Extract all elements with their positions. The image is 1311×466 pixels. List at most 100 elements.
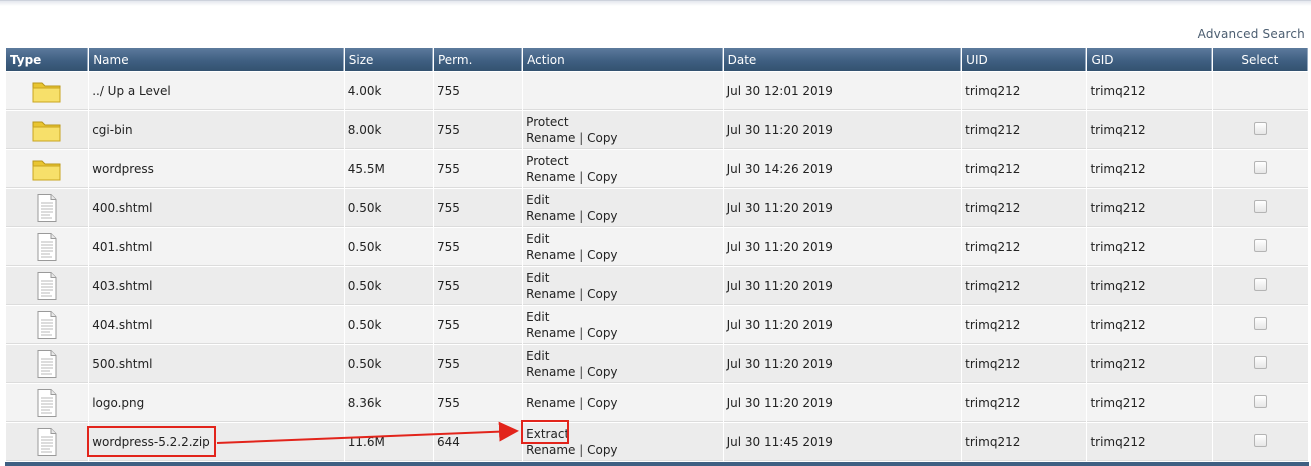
select-checkbox[interactable] bbox=[1253, 355, 1267, 369]
perm-cell[interactable]: 755 bbox=[433, 267, 523, 305]
perm-cell[interactable]: 755 bbox=[433, 111, 523, 149]
perm-cell[interactable]: 755 bbox=[433, 345, 523, 383]
action-copy-link[interactable]: Copy bbox=[587, 287, 617, 301]
name-cell[interactable]: logo.png bbox=[89, 384, 344, 422]
type-cell[interactable] bbox=[6, 423, 89, 461]
table-row[interactable]: logo.png 8.36k 755 Rename | Copy Jul 30 11:2… bbox=[6, 384, 1308, 422]
action-rename-link[interactable]: Rename bbox=[526, 396, 575, 410]
type-cell[interactable] bbox=[6, 267, 89, 305]
file-icon[interactable] bbox=[35, 310, 59, 340]
action-copy-link[interactable]: Copy bbox=[587, 443, 617, 457]
file-name-link[interactable]: 404.shtml bbox=[92, 318, 152, 332]
action-copy-link[interactable]: Copy bbox=[587, 326, 617, 340]
select-checkbox[interactable] bbox=[1253, 394, 1267, 408]
file-name-link[interactable]: 401.shtml bbox=[92, 240, 152, 254]
action-rename-link[interactable]: Rename bbox=[526, 326, 575, 340]
table-row[interactable]: cgi-bin 8.00k 755 Protect Rename | Copy Jul 3… bbox=[6, 111, 1308, 149]
name-cell[interactable]: ../ Up a Level bbox=[89, 72, 344, 110]
name-cell[interactable]: 404.shtml bbox=[89, 306, 344, 344]
action-extract-link[interactable]: Extract bbox=[526, 427, 569, 441]
action-copy-link[interactable]: Copy bbox=[587, 365, 617, 379]
type-cell[interactable] bbox=[6, 345, 89, 383]
perm-cell[interactable]: 644 bbox=[433, 423, 523, 461]
action-rename-link[interactable]: Rename bbox=[526, 131, 575, 145]
name-cell[interactable]: cgi-bin bbox=[89, 111, 344, 149]
file-icon[interactable] bbox=[35, 232, 59, 262]
action-rename-link[interactable]: Rename bbox=[526, 248, 575, 262]
action-rename-link[interactable]: Rename bbox=[526, 287, 575, 301]
file-name-link[interactable]: 500.shtml bbox=[92, 357, 152, 371]
column-header-size[interactable]: Size bbox=[344, 48, 433, 71]
select-checkbox[interactable] bbox=[1253, 277, 1267, 291]
perm-cell[interactable]: 755 bbox=[433, 189, 523, 227]
name-cell[interactable]: 400.shtml bbox=[89, 189, 344, 227]
file-icon[interactable] bbox=[35, 388, 59, 418]
file-name-link[interactable]: cgi-bin bbox=[92, 123, 132, 137]
action-edit-link[interactable]: Edit bbox=[526, 232, 549, 246]
folder-icon[interactable] bbox=[31, 156, 63, 182]
action-copy-link[interactable]: Copy bbox=[587, 131, 617, 145]
name-cell[interactable]: 500.shtml bbox=[89, 345, 344, 383]
perm-cell[interactable]: 755 bbox=[433, 72, 523, 110]
file-icon[interactable] bbox=[35, 427, 59, 457]
perm-cell[interactable]: 755 bbox=[433, 306, 523, 344]
select-checkbox[interactable] bbox=[1253, 316, 1267, 330]
action-edit-link[interactable]: Edit bbox=[526, 310, 549, 324]
action-copy-link[interactable]: Copy bbox=[587, 396, 617, 410]
table-row[interactable]: wordpress-5.2.2.zip 11.6M 644 Extract Rename… bbox=[6, 423, 1308, 461]
table-row[interactable]: 400.shtml 0.50k 755 Edit Rename | Copy Jul 30… bbox=[6, 189, 1308, 227]
action-protect-link[interactable]: Protect bbox=[526, 154, 568, 168]
column-header-gid[interactable]: GID bbox=[1087, 48, 1212, 71]
file-name-link[interactable]: wordpress bbox=[92, 162, 154, 176]
column-header-type[interactable]: Type bbox=[6, 48, 89, 71]
name-cell[interactable]: wordpress bbox=[89, 150, 344, 188]
file-icon[interactable] bbox=[35, 349, 59, 379]
table-row[interactable]: 401.shtml 0.50k 755 Edit Rename | Copy Jul 30… bbox=[6, 228, 1308, 266]
name-cell[interactable]: 401.shtml bbox=[89, 228, 344, 266]
table-row[interactable]: 404.shtml 0.50k 755 Edit Rename | Copy Jul 30… bbox=[6, 306, 1308, 344]
type-cell[interactable] bbox=[6, 228, 89, 266]
column-header-date[interactable]: Date bbox=[723, 48, 962, 71]
select-checkbox[interactable] bbox=[1253, 238, 1267, 252]
file-name-link[interactable]: wordpress-5.2.2.zip bbox=[92, 435, 210, 449]
folder-icon[interactable] bbox=[31, 117, 63, 143]
action-copy-link[interactable]: Copy bbox=[587, 248, 617, 262]
type-cell[interactable] bbox=[6, 384, 89, 422]
name-cell[interactable]: wordpress-5.2.2.zip bbox=[89, 423, 344, 461]
type-cell[interactable] bbox=[6, 111, 89, 149]
name-cell[interactable]: 403.shtml bbox=[89, 267, 344, 305]
action-protect-link[interactable]: Protect bbox=[526, 115, 568, 129]
type-cell[interactable] bbox=[6, 72, 89, 110]
action-edit-link[interactable]: Edit bbox=[526, 193, 549, 207]
table-row[interactable]: ../ Up a Level 4.00k 755 Jul 30 12:01 2019 t… bbox=[6, 72, 1308, 110]
action-copy-link[interactable]: Copy bbox=[587, 170, 617, 184]
select-checkbox[interactable] bbox=[1253, 199, 1267, 213]
action-copy-link[interactable]: Copy bbox=[587, 209, 617, 223]
folder-up-icon[interactable] bbox=[31, 78, 63, 104]
table-row[interactable]: 500.shtml 0.50k 755 Edit Rename | Copy Jul 30… bbox=[6, 345, 1308, 383]
type-cell[interactable] bbox=[6, 306, 89, 344]
file-name-link[interactable]: ../ Up a Level bbox=[92, 84, 171, 98]
column-header-perm[interactable]: Perm. bbox=[433, 48, 523, 71]
select-checkbox[interactable] bbox=[1253, 121, 1267, 135]
action-rename-link[interactable]: Rename bbox=[526, 170, 575, 184]
column-header-name[interactable]: Name bbox=[89, 48, 344, 71]
action-edit-link[interactable]: Edit bbox=[526, 271, 549, 285]
file-name-link[interactable]: 403.shtml bbox=[92, 279, 152, 293]
action-edit-link[interactable]: Edit bbox=[526, 349, 549, 363]
table-row[interactable]: 403.shtml 0.50k 755 Edit Rename | Copy Jul 30… bbox=[6, 267, 1308, 305]
perm-cell[interactable]: 755 bbox=[433, 150, 523, 188]
select-checkbox[interactable] bbox=[1253, 433, 1267, 447]
table-row[interactable]: wordpress 45.5M 755 Protect Rename | Copy Jul… bbox=[6, 150, 1308, 188]
action-rename-link[interactable]: Rename bbox=[526, 209, 575, 223]
file-name-link[interactable]: 400.shtml bbox=[92, 201, 152, 215]
file-icon[interactable] bbox=[35, 271, 59, 301]
file-name-link[interactable]: logo.png bbox=[92, 396, 144, 410]
perm-cell[interactable]: 755 bbox=[433, 384, 523, 422]
action-rename-link[interactable]: Rename bbox=[526, 365, 575, 379]
file-icon[interactable] bbox=[35, 193, 59, 223]
advanced-search-link[interactable]: Advanced Search bbox=[1198, 27, 1305, 41]
column-header-uid[interactable]: UID bbox=[962, 48, 1087, 71]
perm-cell[interactable]: 755 bbox=[433, 228, 523, 266]
type-cell[interactable] bbox=[6, 189, 89, 227]
